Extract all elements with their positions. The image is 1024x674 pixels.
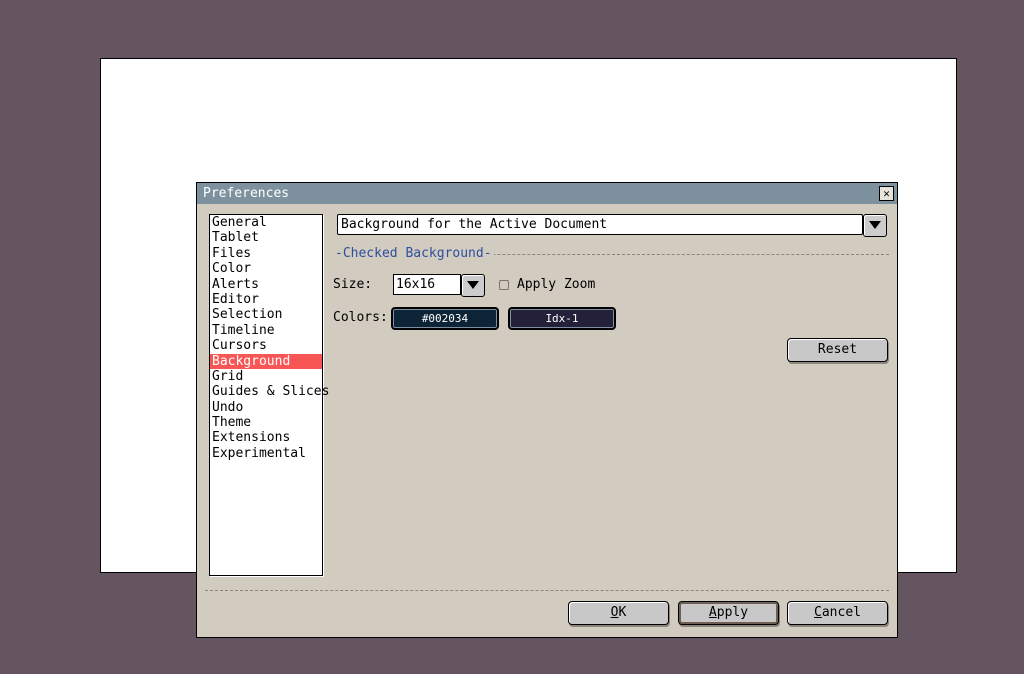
preferences-category-list: General Tablet Files Color Alerts Editor Selec… <box>209 214 329 576</box>
apply-zoom-label[interactable]: Apply Zoom <box>517 277 595 292</box>
colors-label: Colors: <box>333 310 388 325</box>
sidebar-item-general[interactable]: General <box>210 215 322 230</box>
sidebar-item-files[interactable]: Files <box>210 246 322 261</box>
sidebar-item-background[interactable]: Background <box>210 353 322 369</box>
sidebar-item-experimental[interactable]: Experimental <box>210 446 322 461</box>
dropdown-button[interactable] <box>863 214 887 237</box>
section-label: -Checked Background- <box>333 246 494 261</box>
sidebar-item-tablet[interactable]: Tablet <box>210 230 322 245</box>
reset-button[interactable]: Reset <box>787 338 888 362</box>
background-target-value: Background for the Active Document <box>337 214 863 235</box>
sidebar-item-timeline[interactable]: Timeline <box>210 323 322 338</box>
footer-divider <box>205 590 889 591</box>
size-dropdown[interactable]: 16x16 <box>393 274 485 297</box>
size-value: 16x16 <box>393 274 461 295</box>
preferences-dialog: Preferences ✕ General Tablet Files Color Ale… <box>196 182 898 638</box>
sidebar-item-cursors[interactable]: Cursors <box>210 338 322 353</box>
sidebar-item-undo[interactable]: Undo <box>210 400 322 415</box>
color1-button[interactable]: #002034 <box>391 307 499 330</box>
sidebar-item-extensions[interactable]: Extensions <box>210 430 322 445</box>
sidebar-item-selection[interactable]: Selection <box>210 307 322 322</box>
sidebar-item-grid[interactable]: Grid <box>210 369 322 384</box>
close-icon[interactable]: ✕ <box>879 186 894 201</box>
dialog-titlebar[interactable]: Preferences ✕ <box>197 183 897 204</box>
apply-zoom-checkbox[interactable] <box>499 280 509 290</box>
ok-button[interactable]: OK <box>568 601 669 625</box>
cancel-button[interactable]: Cancel <box>787 601 888 625</box>
background-target-dropdown[interactable]: Background for the Active Document <box>337 214 887 237</box>
chevron-down-icon <box>869 221 881 229</box>
size-dropdown-button[interactable] <box>461 274 485 297</box>
sidebar-item-guides-slices[interactable]: Guides & Slices <box>210 384 329 399</box>
color2-button[interactable]: Idx-1 <box>508 307 616 330</box>
sidebar-item-color[interactable]: Color <box>210 261 322 276</box>
sidebar-item-editor[interactable]: Editor <box>210 292 322 307</box>
chevron-down-icon <box>467 281 479 289</box>
sidebar-item-theme[interactable]: Theme <box>210 415 322 430</box>
size-label: Size: <box>333 277 373 292</box>
apply-button[interactable]: Apply <box>678 601 779 625</box>
dialog-title: Preferences <box>203 186 290 201</box>
sidebar-item-alerts[interactable]: Alerts <box>210 277 322 292</box>
